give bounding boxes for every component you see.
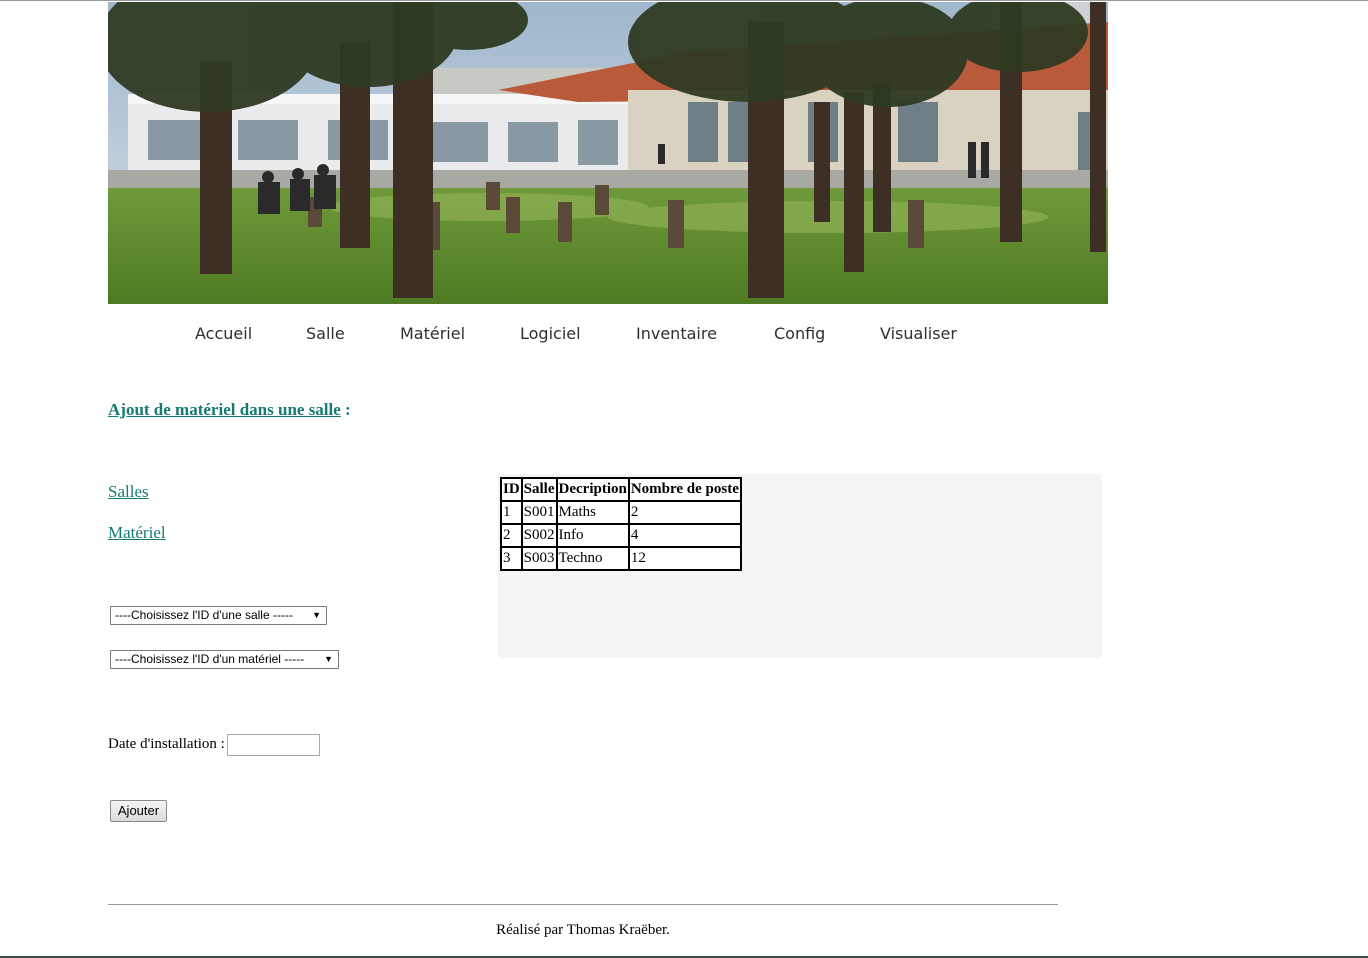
footer-divider: [108, 904, 1058, 905]
col-header-description: Decription: [556, 478, 629, 501]
cell-id: 3: [501, 547, 522, 570]
cell-salle: S001: [521, 501, 557, 524]
top-border: [0, 0, 1368, 1]
col-header-salle: Salle: [521, 478, 557, 501]
table-row: 2 S002 Info 4: [501, 524, 741, 547]
nav-item-visualiser[interactable]: Visualiser: [880, 322, 957, 346]
nav-item-logiciel[interactable]: Logiciel: [520, 322, 581, 346]
nav-item-inventaire[interactable]: Inventaire: [636, 322, 717, 346]
nav-item-accueil[interactable]: Accueil: [195, 322, 252, 346]
table-row: 3 S003 Techno 12: [501, 547, 741, 570]
nav-item-salle[interactable]: Salle: [306, 322, 345, 346]
materiel-id-select-value: ----Choisissez l'ID d'un matériel -----: [115, 652, 305, 666]
main-nav: Accueil Salle Matériel Logiciel Inventai…: [108, 322, 1108, 348]
salle-id-select[interactable]: ----Choisissez l'ID d'une salle ----- ▼: [110, 606, 327, 625]
salles-table: ID Salle Decription Nombre de poste 1 S0…: [500, 477, 742, 571]
col-header-nombre-poste: Nombre de poste: [628, 478, 741, 501]
date-installation-input[interactable]: [227, 734, 320, 756]
cell-nombre-poste: 2: [628, 501, 741, 524]
cell-salle: S003: [521, 547, 557, 570]
footer-credit: Réalisé par Thomas Kraëber.: [496, 922, 670, 938]
dropdown-arrow-icon: ▼: [312, 610, 321, 620]
salles-link[interactable]: Salles: [108, 482, 149, 502]
cell-id: 2: [501, 524, 522, 547]
cell-nombre-poste: 4: [628, 524, 741, 547]
ajouter-button[interactable]: Ajouter: [110, 800, 167, 822]
nav-item-config[interactable]: Config: [774, 322, 825, 346]
cell-description: Techno: [556, 547, 629, 570]
salle-id-select-value: ----Choisissez l'ID d'une salle -----: [115, 608, 293, 622]
cell-description: Maths: [556, 501, 629, 524]
page-title: Ajout de matériel dans une salle :: [108, 400, 351, 420]
cell-salle: S002: [521, 524, 557, 547]
dropdown-arrow-icon: ▼: [324, 654, 333, 664]
cell-description: Info: [556, 524, 629, 547]
col-header-id: ID: [501, 478, 522, 501]
materiel-link[interactable]: Matériel: [108, 523, 166, 543]
date-installation-label: Date d'installation :: [108, 736, 225, 752]
materiel-id-select[interactable]: ----Choisissez l'ID d'un matériel ----- …: [110, 650, 339, 669]
header-banner-image: [108, 2, 1108, 304]
cell-id: 1: [501, 501, 522, 524]
table-row: 1 S001 Maths 2: [501, 501, 741, 524]
cell-nombre-poste: 12: [628, 547, 741, 570]
page-title-link[interactable]: Ajout de matériel dans une salle: [108, 400, 341, 419]
nav-item-materiel[interactable]: Matériel: [400, 322, 465, 346]
table-header-row: ID Salle Decription Nombre de poste: [501, 478, 741, 501]
page-title-suffix: :: [340, 400, 351, 419]
